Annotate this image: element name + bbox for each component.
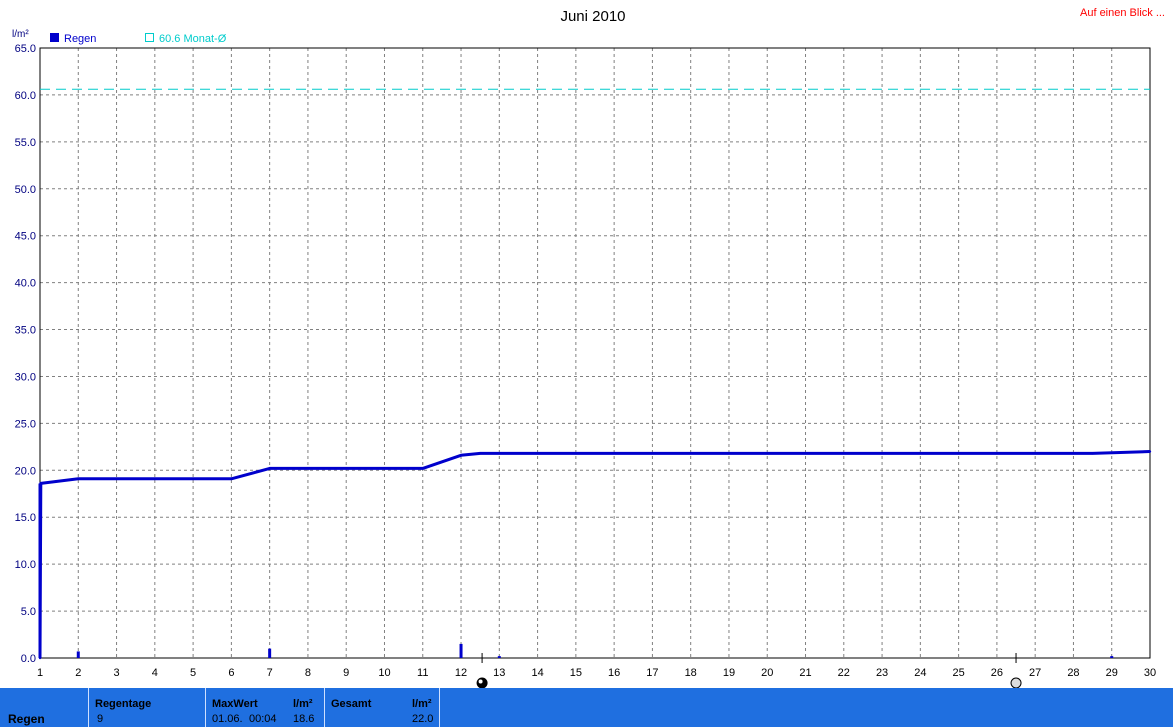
x-tick-label: 30 (1144, 667, 1156, 679)
x-tick-label: 27 (1029, 667, 1041, 679)
regentage-cell: Regentage 9 (89, 688, 206, 727)
maxwert-time: 00:04 (249, 713, 277, 725)
series-point (1148, 450, 1152, 453)
summary-footer: Regen Regentage 9 MaxWert l/m² 01.06. 00… (0, 688, 1173, 727)
x-tick-label: 12 (455, 667, 467, 679)
x-tick-label: 2 (75, 667, 81, 679)
x-tick-label: 6 (228, 667, 234, 679)
series-point (268, 467, 271, 470)
gesamt-cell: Gesamt l/m² 22.0 (325, 688, 440, 727)
chart-grid (40, 48, 1150, 658)
maxwert-header: MaxWert (212, 698, 258, 710)
y-tick-label: 65.0 (15, 43, 36, 55)
y-tick-label: 15.0 (15, 512, 36, 524)
y-tick-label: 5.0 (21, 606, 36, 618)
maxwert-value: 18.6 (293, 713, 315, 725)
footer-label-cell: Regen (0, 688, 89, 727)
x-tick-label: 21 (799, 667, 811, 679)
x-axis: 1 2 3 4 5 6 7 8 9 10 11 12 13 14 15 16 17 18 19 20 21 22 23 24 2… (37, 667, 1156, 679)
y-tick-label: 50.0 (15, 184, 36, 196)
legend-average-label: 60.6 Monat-Ø (159, 33, 227, 45)
x-tick-label: 19 (723, 667, 735, 679)
x-tick-label: 16 (608, 667, 620, 679)
plot-frame (39, 47, 1151, 659)
x-tick-label: 11 (417, 667, 428, 679)
series-point (421, 467, 424, 470)
footer-label: Regen (8, 712, 45, 726)
y-tick-label: 10.0 (15, 559, 36, 571)
x-tick-label: 24 (914, 667, 926, 679)
x-tick-label: 29 (1106, 667, 1118, 679)
series-group (38, 450, 1152, 660)
y-tick-label: 0.0 (21, 653, 36, 665)
overview-link[interactable]: Auf einen Blick ... (1080, 7, 1165, 19)
series-point (230, 477, 233, 480)
new-moon-icon (1010, 677, 1022, 688)
legend-average-swatch (145, 33, 154, 42)
x-tick-label: 23 (876, 667, 888, 679)
y-tick-label: 60.0 (15, 90, 36, 102)
rain-chart: 0.0 5.0 10.0 15.0 20.0 25.0 30.0 35.0 40.0 45.0 50… (12, 7, 1165, 688)
y-tick-label: 30.0 (15, 371, 36, 383)
gesamt-value: 22.0 (412, 713, 434, 725)
x-tick-label: 14 (531, 667, 543, 679)
x-tick-label: 3 (113, 667, 119, 679)
maxwert-cell: MaxWert l/m² 01.06. 00:04 18.6 (206, 688, 325, 727)
maxwert-date: 01.06. (212, 713, 243, 725)
gesamt-header: Gesamt (331, 698, 372, 710)
y-tick-label: 20.0 (15, 465, 36, 477)
series-line-regen (38, 450, 1151, 659)
series-point (1091, 452, 1094, 455)
x-tick-label: 26 (991, 667, 1003, 679)
x-tick-label: 20 (761, 667, 773, 679)
chart-title: Juni 2010 (560, 8, 625, 25)
full-moon-icon-highlight (478, 679, 483, 684)
legend-rain-swatch (50, 33, 59, 42)
series-point (38, 656, 42, 660)
series-point (459, 454, 463, 457)
regentage-value: 9 (97, 713, 104, 725)
x-tick-label: 1 (37, 667, 43, 679)
legend-rain-label: Regen (64, 33, 96, 45)
x-tick-label: 7 (267, 667, 273, 679)
x-tick-label: 10 (378, 667, 390, 679)
x-tick-label: 4 (152, 667, 158, 679)
y-tick-label: 45.0 (15, 231, 36, 243)
series-point (77, 477, 80, 480)
x-tick-label: 8 (305, 667, 311, 679)
series-point (39, 482, 42, 485)
x-tick-label: 18 (685, 667, 697, 679)
y-tick-label: 40.0 (15, 278, 36, 290)
x-tick-label: 15 (570, 667, 582, 679)
regentage-header: Regentage (95, 698, 152, 710)
y-axis: 0.0 5.0 10.0 15.0 20.0 25.0 30.0 35.0 40.0 45.0 50… (15, 43, 36, 665)
x-tick-label: 13 (493, 667, 505, 679)
x-tick-label: 9 (343, 667, 349, 679)
series-point (478, 452, 482, 455)
x-tick-label: 25 (952, 667, 964, 679)
gesamt-unit: l/m² (412, 698, 432, 710)
full-moon-icon (476, 677, 488, 688)
x-tick-label: 22 (838, 667, 850, 679)
y-tick-label: 55.0 (15, 137, 36, 149)
x-tick-label: 17 (646, 667, 658, 679)
y-tick-label: 25.0 (15, 418, 36, 430)
y-axis-unit: l/m² (12, 29, 29, 40)
maxwert-unit: l/m² (293, 698, 313, 710)
x-tick-label: 5 (190, 667, 196, 679)
y-tick-label: 35.0 (15, 325, 36, 337)
x-tick-label: 28 (1067, 667, 1079, 679)
